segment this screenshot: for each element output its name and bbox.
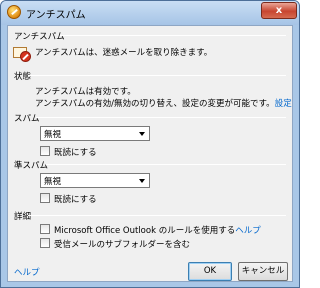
ok-button[interactable]: OK (188, 262, 232, 281)
spam-mark-read-checkbox[interactable] (40, 146, 50, 156)
separator (36, 117, 286, 118)
spam-action-select[interactable]: 無視 (40, 126, 150, 141)
status-line-2: アンチスパムの有効/無効の切り替え、設定の変更が可能です。設定 (35, 99, 292, 109)
semi-spam-mark-read-label: 既読にする (54, 195, 97, 205)
use-outlook-rules-label: Microsoft Office Outlook のルールを使用するヘルプ (54, 226, 261, 236)
dialog-body: アンチスパム アンチスパムは、迷惑メールを取り除きます。 状態 アンチスパムは有… (7, 25, 293, 282)
section-spam-label: スパム (14, 114, 40, 124)
window-title: アンチスパム (26, 10, 86, 21)
title-bar[interactable]: アンチスパム x (1, 1, 299, 25)
cancel-button[interactable]: キャンセル (238, 262, 288, 281)
settings-link[interactable]: 設定 (275, 99, 292, 109)
spam-action-value: 無視 (44, 130, 62, 140)
antispam-description: アンチスパムは、迷惑メールを取り除きます。 (35, 48, 213, 58)
include-subfolders-label: 受信メールのサブフォルダーを含む (54, 240, 191, 250)
status-line-1: アンチスパムは有効です。 (35, 87, 136, 97)
section-details-label: 詳細 (14, 212, 32, 222)
chevron-down-icon (139, 179, 145, 183)
spam-mark-read-label: 既読にする (54, 148, 97, 158)
include-subfolders-checkbox[interactable] (40, 238, 50, 248)
semi-spam-mark-read-checkbox[interactable] (40, 193, 50, 203)
separator (28, 75, 286, 76)
separator (46, 164, 286, 165)
semi-spam-action-select[interactable]: 無視 (40, 173, 150, 188)
section-antispam-label: アンチスパム (14, 32, 65, 42)
chevron-down-icon (139, 132, 145, 136)
antispam-envelope-icon (13, 43, 31, 63)
antispam-dialog: アンチスパム x アンチスパム アンチスパムは、迷惑メールを取り除きます。 状態… (0, 0, 300, 288)
footer-help-link[interactable]: ヘルプ (14, 266, 40, 278)
separator (28, 215, 286, 216)
close-button[interactable]: x (261, 2, 297, 19)
separator (60, 35, 286, 36)
section-status-label: 状態 (14, 72, 32, 82)
section-semi-spam-label: 準スパム (14, 161, 49, 171)
outlook-rules-help-link[interactable]: ヘルプ (235, 226, 261, 236)
antispam-icon (7, 5, 21, 19)
semi-spam-action-value: 無視 (44, 177, 62, 187)
use-outlook-rules-checkbox[interactable] (40, 224, 50, 234)
